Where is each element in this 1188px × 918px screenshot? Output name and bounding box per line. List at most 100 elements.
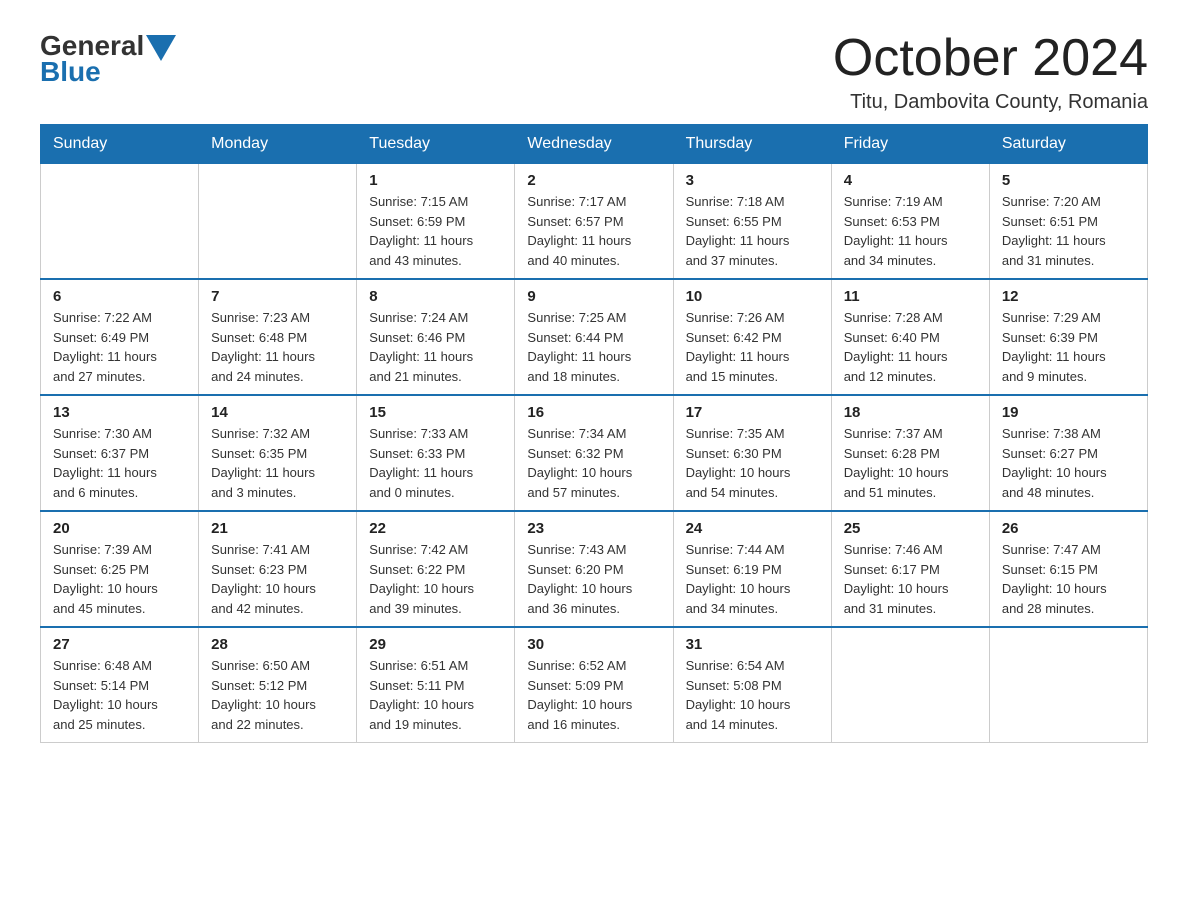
day-number: 18 xyxy=(844,404,977,421)
day-number: 3 xyxy=(686,172,819,189)
day-number: 12 xyxy=(1002,288,1135,305)
day-info: Sunrise: 7:44 AM Sunset: 6:19 PM Dayligh… xyxy=(686,540,819,618)
day-number: 7 xyxy=(211,288,344,305)
calendar-cell: 18 Sunrise: 7:37 AM Sunset: 6:28 PM Dayli… xyxy=(831,395,989,511)
header-sunday: Sunday xyxy=(41,125,199,164)
day-number: 11 xyxy=(844,288,977,305)
day-number: 28 xyxy=(211,636,344,653)
day-info: Sunrise: 7:32 AM Sunset: 6:35 PM Dayligh… xyxy=(211,424,344,502)
day-info: Sunrise: 7:17 AM Sunset: 6:57 PM Dayligh… xyxy=(527,192,660,270)
calendar-cell: 1Sunrise: 7:15 AM Sunset: 6:59 PM Daylig… xyxy=(357,164,515,280)
calendar-cell: 29Sunrise: 6:51 AM Sunset: 5:11 PM Dayli… xyxy=(357,627,515,743)
calendar-cell xyxy=(989,627,1147,743)
day-number: 16 xyxy=(527,404,660,421)
title-section: October 2024 Titu, Dambovita County, Rom… xyxy=(833,30,1148,114)
day-number: 31 xyxy=(686,636,819,653)
day-info: Sunrise: 7:42 AM Sunset: 6:22 PM Dayligh… xyxy=(369,540,502,618)
calendar-week-4: 27 Sunrise: 6:48 AM Sunset: 5:14 PM Dayli… xyxy=(41,627,1148,743)
header-saturday: Saturday xyxy=(989,125,1147,164)
logo: General Blue xyxy=(40,30,176,88)
day-info: Sunrise: 6:54 AM Sunset: 5:08 PM Dayligh… xyxy=(686,656,819,734)
day-info: Sunrise: 7:46 AM Sunset: 6:17 PM Dayligh… xyxy=(844,540,977,618)
day-info: Sunrise: 7:35 AM Sunset: 6:30 PM Dayligh… xyxy=(686,424,819,502)
day-info: Sunrise: 7:41 AM Sunset: 6:23 PM Dayligh… xyxy=(211,540,344,618)
day-info: Sunrise: 7:30 AM Sunset: 6:37 PM Dayligh… xyxy=(53,424,186,502)
day-info: Sunrise: 7:22 AM Sunset: 6:49 PM Dayligh… xyxy=(53,308,186,386)
header-friday: Friday xyxy=(831,125,989,164)
calendar-cell: 25 Sunrise: 7:46 AM Sunset: 6:17 PM Dayli… xyxy=(831,511,989,627)
day-info: Sunrise: 7:37 AM Sunset: 6:28 PM Dayligh… xyxy=(844,424,977,502)
calendar-cell: 15 Sunrise: 7:33 AM Sunset: 6:33 PM Dayli… xyxy=(357,395,515,511)
day-number: 10 xyxy=(686,288,819,305)
calendar-table: SundayMondayTuesdayWednesdayThursdayFrid… xyxy=(40,124,1148,743)
day-info: Sunrise: 6:50 AM Sunset: 5:12 PM Dayligh… xyxy=(211,656,344,734)
calendar-cell: 4 Sunrise: 7:19 AM Sunset: 6:53 PM Daylig… xyxy=(831,164,989,280)
calendar-cell: 14Sunrise: 7:32 AM Sunset: 6:35 PM Dayli… xyxy=(199,395,357,511)
calendar-cell: 13 Sunrise: 7:30 AM Sunset: 6:37 PM Dayli… xyxy=(41,395,199,511)
day-number: 4 xyxy=(844,172,977,189)
day-info: Sunrise: 7:28 AM Sunset: 6:40 PM Dayligh… xyxy=(844,308,977,386)
day-number: 21 xyxy=(211,520,344,537)
calendar-week-0: 1Sunrise: 7:15 AM Sunset: 6:59 PM Daylig… xyxy=(41,164,1148,280)
day-info: Sunrise: 7:33 AM Sunset: 6:33 PM Dayligh… xyxy=(369,424,502,502)
day-info: Sunrise: 7:20 AM Sunset: 6:51 PM Dayligh… xyxy=(1002,192,1135,270)
calendar-cell: 5Sunrise: 7:20 AM Sunset: 6:51 PM Daylig… xyxy=(989,164,1147,280)
day-number: 17 xyxy=(686,404,819,421)
location: Titu, Dambovita County, Romania xyxy=(833,91,1148,114)
day-info: Sunrise: 7:23 AM Sunset: 6:48 PM Dayligh… xyxy=(211,308,344,386)
day-info: Sunrise: 6:48 AM Sunset: 5:14 PM Dayligh… xyxy=(53,656,186,734)
calendar-cell: 24 Sunrise: 7:44 AM Sunset: 6:19 PM Dayli… xyxy=(673,511,831,627)
header-wednesday: Wednesday xyxy=(515,125,673,164)
day-info: Sunrise: 6:52 AM Sunset: 5:09 PM Dayligh… xyxy=(527,656,660,734)
calendar-cell xyxy=(41,164,199,280)
day-number: 6 xyxy=(53,288,186,305)
day-number: 24 xyxy=(686,520,819,537)
day-info: Sunrise: 7:24 AM Sunset: 6:46 PM Dayligh… xyxy=(369,308,502,386)
day-number: 19 xyxy=(1002,404,1135,421)
day-info: Sunrise: 7:47 AM Sunset: 6:15 PM Dayligh… xyxy=(1002,540,1135,618)
header-tuesday: Tuesday xyxy=(357,125,515,164)
page-header: General Blue October 2024 Titu, Dambovit… xyxy=(40,30,1148,114)
calendar-cell: 12 Sunrise: 7:29 AM Sunset: 6:39 PM Dayli… xyxy=(989,279,1147,395)
calendar-cell: 30Sunrise: 6:52 AM Sunset: 5:09 PM Dayli… xyxy=(515,627,673,743)
calendar-cell: 19 Sunrise: 7:38 AM Sunset: 6:27 PM Dayli… xyxy=(989,395,1147,511)
day-info: Sunrise: 7:25 AM Sunset: 6:44 PM Dayligh… xyxy=(527,308,660,386)
calendar-cell: 26Sunrise: 7:47 AM Sunset: 6:15 PM Dayli… xyxy=(989,511,1147,627)
calendar-cell: 6 Sunrise: 7:22 AM Sunset: 6:49 PM Daylig… xyxy=(41,279,199,395)
calendar-cell: 8 Sunrise: 7:24 AM Sunset: 6:46 PM Daylig… xyxy=(357,279,515,395)
day-number: 25 xyxy=(844,520,977,537)
calendar-cell: 20 Sunrise: 7:39 AM Sunset: 6:25 PM Dayli… xyxy=(41,511,199,627)
day-number: 29 xyxy=(369,636,502,653)
day-number: 13 xyxy=(53,404,186,421)
header-thursday: Thursday xyxy=(673,125,831,164)
day-number: 15 xyxy=(369,404,502,421)
day-number: 27 xyxy=(53,636,186,653)
calendar-cell: 31 Sunrise: 6:54 AM Sunset: 5:08 PM Dayli… xyxy=(673,627,831,743)
day-number: 9 xyxy=(527,288,660,305)
day-info: Sunrise: 7:29 AM Sunset: 6:39 PM Dayligh… xyxy=(1002,308,1135,386)
logo-blue: Blue xyxy=(40,56,101,88)
calendar-week-1: 6 Sunrise: 7:22 AM Sunset: 6:49 PM Daylig… xyxy=(41,279,1148,395)
day-info: Sunrise: 7:26 AM Sunset: 6:42 PM Dayligh… xyxy=(686,308,819,386)
day-info: Sunrise: 7:38 AM Sunset: 6:27 PM Dayligh… xyxy=(1002,424,1135,502)
day-info: Sunrise: 7:43 AM Sunset: 6:20 PM Dayligh… xyxy=(527,540,660,618)
calendar-cell: 27 Sunrise: 6:48 AM Sunset: 5:14 PM Dayli… xyxy=(41,627,199,743)
calendar-cell: 3Sunrise: 7:18 AM Sunset: 6:55 PM Daylig… xyxy=(673,164,831,280)
calendar-cell: 17 Sunrise: 7:35 AM Sunset: 6:30 PM Dayli… xyxy=(673,395,831,511)
day-info: Sunrise: 7:19 AM Sunset: 6:53 PM Dayligh… xyxy=(844,192,977,270)
calendar-cell: 11 Sunrise: 7:28 AM Sunset: 6:40 PM Dayli… xyxy=(831,279,989,395)
calendar-cell: 7 Sunrise: 7:23 AM Sunset: 6:48 PM Daylig… xyxy=(199,279,357,395)
calendar-cell: 21 Sunrise: 7:41 AM Sunset: 6:23 PM Dayli… xyxy=(199,511,357,627)
month-title: October 2024 xyxy=(833,30,1148,87)
day-number: 20 xyxy=(53,520,186,537)
day-number: 8 xyxy=(369,288,502,305)
header-monday: Monday xyxy=(199,125,357,164)
day-info: Sunrise: 7:34 AM Sunset: 6:32 PM Dayligh… xyxy=(527,424,660,502)
calendar-week-3: 20 Sunrise: 7:39 AM Sunset: 6:25 PM Dayli… xyxy=(41,511,1148,627)
calendar-header-row: SundayMondayTuesdayWednesdayThursdayFrid… xyxy=(41,125,1148,164)
calendar-cell: 22 Sunrise: 7:42 AM Sunset: 6:22 PM Dayli… xyxy=(357,511,515,627)
day-number: 23 xyxy=(527,520,660,537)
day-info: Sunrise: 7:15 AM Sunset: 6:59 PM Dayligh… xyxy=(369,192,502,270)
day-number: 22 xyxy=(369,520,502,537)
day-info: Sunrise: 7:39 AM Sunset: 6:25 PM Dayligh… xyxy=(53,540,186,618)
